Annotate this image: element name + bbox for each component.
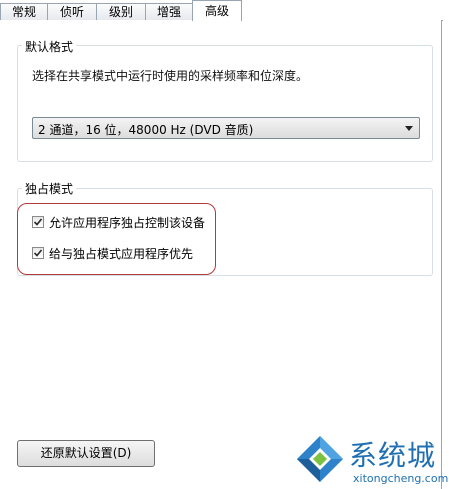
tab-advanced-label: 高级 xyxy=(204,4,229,18)
exclusive-mode-legend: 独占模式 xyxy=(22,180,77,197)
allow-exclusive-control-checkbox[interactable] xyxy=(32,216,44,228)
watermark-url: xitongcheng.com xyxy=(353,472,449,485)
watermark: 系统城 xitongcheng.com xyxy=(293,432,449,489)
tab-levels[interactable]: 级别 xyxy=(96,3,146,20)
checkmark-icon xyxy=(33,218,43,226)
watermark-logo-icon xyxy=(297,436,343,482)
default-format-legend: 默认格式 xyxy=(22,38,77,55)
tab-levels-label: 级别 xyxy=(108,5,133,19)
tab-listen-label: 侦听 xyxy=(59,5,84,19)
restore-defaults-button[interactable]: 还原默认设置(D) xyxy=(17,440,155,467)
tab-enhancements[interactable]: 增强 xyxy=(145,3,193,20)
chevron-down-icon xyxy=(405,126,413,131)
default-format-description: 选择在共享模式中运行时使用的采样频率和位深度。 xyxy=(32,69,309,83)
default-format-group xyxy=(17,45,433,162)
tab-advanced[interactable]: 高级 xyxy=(192,0,242,21)
allow-exclusive-control-label: 允许应用程序独占控制该设备 xyxy=(49,216,206,230)
tab-enhancements-label: 增强 xyxy=(156,5,181,19)
default-format-value: 2 通道，16 位，48000 Hz (DVD 音质) xyxy=(38,123,254,137)
checkmark-icon xyxy=(33,249,43,257)
watermark-brand: 系统城 xyxy=(349,439,437,472)
tab-listen[interactable]: 侦听 xyxy=(47,3,97,20)
default-format-select[interactable]: 2 通道，16 位，48000 Hz (DVD 音质) xyxy=(32,117,420,139)
exclusive-priority-label: 给与独占模式应用程序优先 xyxy=(49,247,194,261)
tab-general-label: 常规 xyxy=(11,5,36,19)
exclusive-priority-checkbox[interactable] xyxy=(32,247,44,259)
tab-general[interactable]: 常规 xyxy=(0,3,48,20)
tab-strip: 常规 侦听 级别 增强 高级 xyxy=(0,0,449,21)
